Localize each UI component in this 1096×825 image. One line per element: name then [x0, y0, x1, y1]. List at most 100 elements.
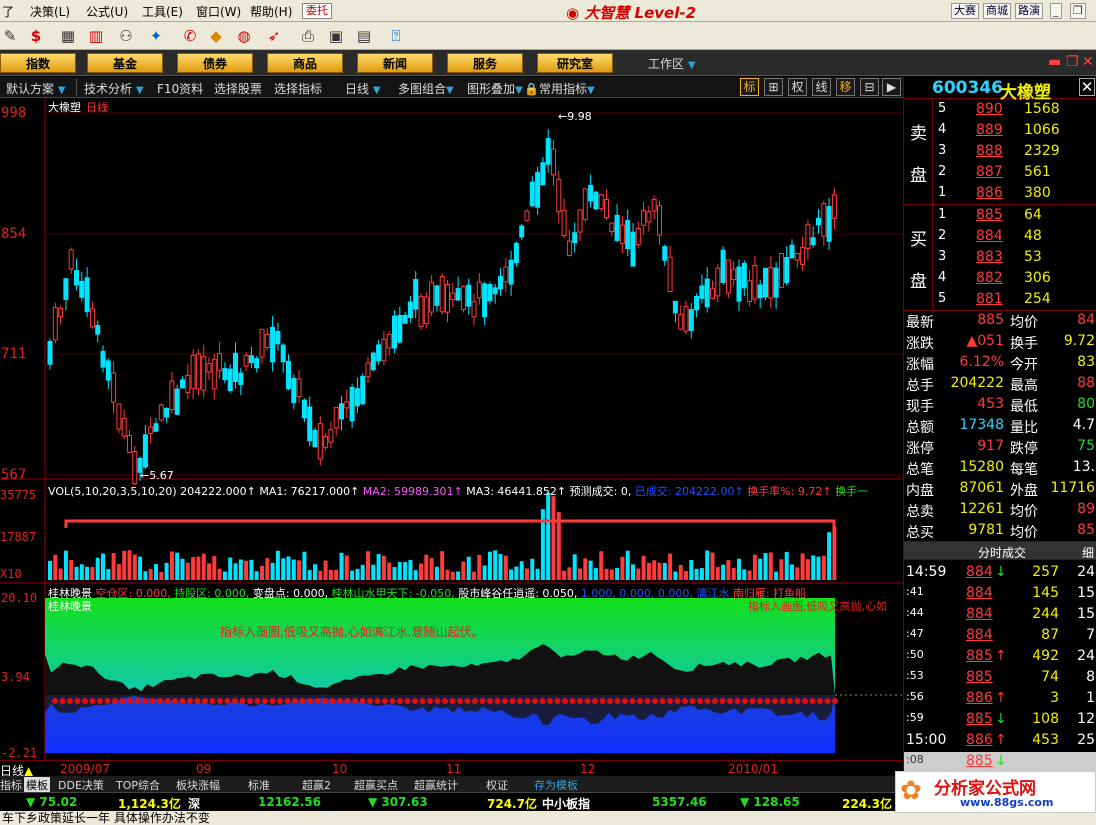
diamond-icon[interactable]: ◆ — [206, 26, 226, 46]
volume-bar — [625, 550, 630, 580]
window-icon[interactable]: ▣ — [326, 26, 346, 46]
category-news[interactable]: 新闻 — [357, 53, 433, 73]
buy-price[interactable]: 882 — [976, 270, 1003, 286]
contest-button[interactable]: 大赛 — [951, 3, 979, 19]
chart-canvas[interactable] — [0, 98, 903, 760]
tab-dde[interactable]: DDE决策 — [58, 777, 104, 793]
binoculars-icon[interactable]: ⚇ — [116, 26, 136, 46]
category-research[interactable]: 研究室 — [537, 53, 613, 73]
buy-price[interactable]: 884 — [976, 228, 1003, 244]
sell-price[interactable]: 889 — [976, 122, 1003, 138]
sell-price[interactable]: 890 — [976, 101, 1003, 117]
detail-tab[interactable]: 细 — [1082, 544, 1094, 561]
books-icon[interactable]: ▤ — [354, 26, 374, 46]
tab-top[interactable]: TOP综合 — [116, 777, 160, 793]
tab-chaoying2[interactable]: 超赢2 — [302, 777, 331, 793]
select-indicator-button[interactable]: 选择指标 — [274, 80, 322, 97]
select-stock-button[interactable]: 选择股票 — [214, 80, 262, 97]
default-scheme-button[interactable]: 默认方案 ▼ — [6, 80, 66, 97]
signal-dot — [382, 698, 388, 704]
quote-icon[interactable]: ▦ — [58, 26, 78, 46]
alert-icon[interactable]: ✆ — [180, 26, 200, 46]
chevron-down-icon: ▼ — [57, 85, 66, 96]
signal-dot — [644, 698, 651, 704]
minimize-sub-icon[interactable]: ▬ — [1048, 54, 1061, 70]
menu-item-help[interactable]: 帮助(H) — [250, 3, 292, 20]
sell-price[interactable]: 887 — [976, 164, 1003, 180]
overlay-button[interactable]: 图形叠加▼ — [467, 80, 523, 97]
menu-item-tools[interactable]: 工具(E) — [142, 3, 183, 20]
barcode-icon[interactable]: ▥ — [86, 26, 106, 46]
trades-header[interactable]: 分时成交 细 — [904, 542, 1096, 560]
signal-dot — [277, 698, 283, 704]
category-fund[interactable]: 基金 — [87, 53, 163, 73]
buy-price[interactable]: 885 — [976, 207, 1003, 223]
help-cursor-icon[interactable]: ⍰ — [386, 26, 406, 46]
restore-sub-icon[interactable]: ❐ — [1066, 54, 1079, 70]
mall-button[interactable]: 商城 — [983, 3, 1011, 19]
disk-icon[interactable]: ◍ — [234, 26, 254, 46]
menu-item-formula[interactable]: 公式(U) — [86, 3, 128, 20]
signal-dot — [764, 698, 771, 704]
menu-item-file[interactable]: 了 — [2, 3, 14, 20]
bell-icon[interactable]: ✦ — [146, 26, 166, 46]
expand-button[interactable]: ⊟ — [860, 78, 879, 96]
chart-area[interactable]: 大橡塑 日线 998 854 711 567 ←9.98 ←5.67 VOL(5… — [0, 98, 903, 760]
menu-item-decision[interactable]: 决策(L) — [30, 3, 70, 20]
minimize-icon[interactable]: _ — [1050, 3, 1062, 19]
category-service[interactable]: 服务 — [447, 53, 523, 73]
close-icon[interactable]: ✕ — [1079, 78, 1095, 96]
candle — [254, 358, 260, 369]
dollar-icon[interactable]: $ — [26, 26, 46, 46]
period-button[interactable]: 日线 ▼ — [345, 80, 381, 97]
category-index[interactable]: 指数 — [0, 53, 76, 73]
pen-icon[interactable]: ✎ — [0, 26, 20, 46]
label-toggle-button[interactable]: 标 — [740, 78, 759, 96]
buy-price[interactable]: 881 — [976, 291, 1003, 307]
crosshair-button[interactable]: ⊞ — [764, 78, 783, 96]
news-ticker[interactable]: 车下乡政策延长一年 具体操作办法不变 — [0, 811, 1096, 825]
tab-chaoying-buy[interactable]: 超赢买点 — [354, 777, 398, 793]
sell-price[interactable]: 888 — [976, 143, 1003, 159]
workspace-label[interactable]: 工作区 ▼ — [648, 55, 696, 72]
category-commodity[interactable]: 商品 — [267, 53, 343, 73]
tab-warrant[interactable]: 权证 — [486, 777, 508, 793]
volume-bar — [159, 571, 164, 580]
tech-analysis-button[interactable]: 技术分析 ▼ — [84, 80, 144, 97]
tab-chaoying-stats[interactable]: 超赢统计 — [414, 777, 458, 793]
tab-standard[interactable]: 标准 — [248, 777, 270, 793]
play-button[interactable]: ▶ — [882, 78, 901, 96]
tab-template[interactable]: 模板 — [24, 777, 50, 793]
close-sub-icon[interactable]: ✕ — [1082, 54, 1094, 70]
signal-dot — [67, 698, 73, 704]
sell-price[interactable]: 886 — [976, 185, 1003, 201]
menu-item-window[interactable]: 窗口(W) — [196, 3, 241, 20]
chevron-down-icon: ▼ — [687, 60, 696, 71]
roadshow-button[interactable]: 路演 — [1015, 3, 1043, 19]
move-button[interactable]: 移 — [836, 78, 855, 96]
line-button[interactable]: 线 — [812, 78, 831, 96]
f10-button[interactable]: F10资料 — [157, 80, 203, 97]
print-icon[interactable]: ⎙ — [298, 26, 318, 46]
indicator-poem-text-right: 指标入画图,低吸又高抛,心如 — [748, 600, 887, 613]
tab-indicator[interactable]: 指标 — [0, 777, 22, 793]
tab-sector-gain[interactable]: 板块涨幅 — [176, 777, 220, 793]
volume-bar — [811, 555, 816, 580]
volume-bar — [699, 568, 704, 580]
candle — [434, 285, 440, 306]
candle — [58, 307, 64, 318]
volume-bar — [482, 565, 487, 580]
rights-button[interactable]: 权 — [788, 78, 807, 96]
buy-price[interactable]: 883 — [976, 249, 1003, 265]
common-indicator-button[interactable]: 🔒常用指标▼ — [524, 80, 595, 97]
trade-count: 25 — [1077, 732, 1095, 748]
category-bond[interactable]: 债券 — [177, 53, 253, 73]
save-template-tab[interactable]: 存为模板 — [534, 777, 578, 793]
weituo-button[interactable]: 委托 — [302, 3, 332, 19]
signal-dot — [224, 698, 231, 704]
candle — [328, 429, 334, 443]
multi-chart-button[interactable]: 多图组合▼ — [398, 80, 454, 97]
candle — [688, 309, 694, 331]
rocket-icon[interactable]: ➶ — [264, 26, 284, 46]
restore-icon[interactable]: ❐ — [1070, 3, 1086, 19]
